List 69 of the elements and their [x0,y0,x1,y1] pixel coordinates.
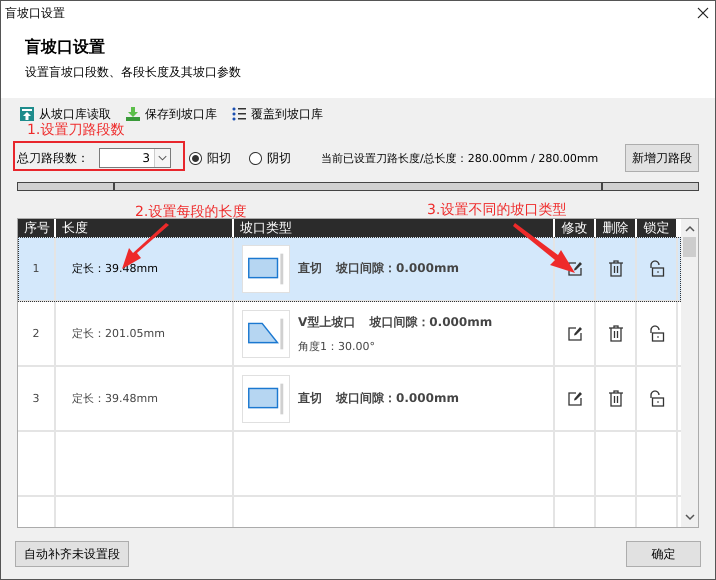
v-bevel-icon [242,310,290,358]
cut-mode-radio[interactable]: 阴切 [249,150,291,166]
table-row[interactable]: 1 定长：39.48mm 直切 坡口间隙：0.000mm [18,237,681,302]
dialog-subtitle: 设置盲坡口段数、各段长度及其坡口参数 [25,64,242,81]
delete-button[interactable] [608,260,624,277]
trash-icon [608,260,624,277]
table-row[interactable]: 2 定长：201.05mm V型上坡口 坡口间隙：0.000mm 角度1：30.00° [18,302,681,367]
annotation-arrow [513,221,577,275]
trash-icon [608,325,624,342]
row-index: 1 [32,262,40,275]
column-header: 长度 [56,219,234,237]
edit-icon [566,326,582,342]
bevel-gap: 坡口间隙：0.000mm [369,314,492,330]
bevel-gap: 坡口间隙：0.000mm [336,260,459,277]
bevel-type: 直切 [298,260,322,277]
straight-bevel-icon [242,244,290,292]
scroll-thumb[interactable] [683,237,696,257]
bevel-angle: 角度1：30.00° [298,338,376,354]
unlock-icon [648,324,666,342]
straight-bevel-icon [242,374,290,422]
unlock-icon [648,260,666,278]
segment-length: 定长：201.05mm [72,326,165,341]
toolbar-button[interactable]: 从坡口库读取 [19,106,111,122]
toolbar-button[interactable]: 覆盖到坡口库 [231,106,323,122]
annotation-text: 2.设置每段的长度 [135,203,246,221]
column-header: 锁定 [637,219,678,237]
table-row[interactable]: 3 定长：39.48mm 直切 坡口间隙：0.000mm [18,367,681,432]
delete-button[interactable] [608,390,624,407]
column-header: 修改 [555,219,596,237]
unlock-icon [648,390,666,408]
bevel-gap: 坡口间隙：0.000mm [336,390,459,407]
list-icon [231,106,247,122]
scroll-down-icon[interactable] [684,513,694,521]
segment-count-label: 总刀路段数： [17,150,89,166]
lock-button[interactable] [648,324,666,342]
column-header: 删除 [596,219,637,237]
segment-count-dropdown[interactable]: 3 [99,148,171,168]
bevel-type: 直切 [298,390,322,407]
upload-icon [19,106,35,122]
lock-button[interactable] [648,390,666,408]
toolbar-button[interactable]: 保存到坡口库 [125,106,217,122]
segment-length: 定长：39.48mm [72,391,158,406]
edit-button[interactable] [566,260,582,276]
annotation-text: 1.设置刀路段数 [27,121,124,139]
annotation-text: 3.设置不同的坡口类型 [427,201,566,219]
close-icon[interactable] [697,7,709,19]
window-title: 盲坡口设置 [5,4,65,22]
row-index: 3 [32,392,40,405]
download-icon [125,106,141,122]
caret-icon [154,149,170,167]
row-index: 2 [32,327,40,340]
cut-mode-radio[interactable]: 阳切 [189,150,231,166]
auto-fill-button[interactable]: 自动补齐未设置段 [15,541,129,567]
column-header: 坡口类型 [234,219,555,237]
edit-button[interactable] [566,326,582,342]
edit-button[interactable] [566,390,582,406]
edit-icon [566,390,582,406]
edit-icon [566,260,582,276]
scroll-up-icon[interactable] [684,225,694,233]
lock-button[interactable] [648,260,666,278]
ok-button[interactable]: 确定 [626,541,701,567]
add-segment-button[interactable]: 新增刀路段 [625,144,699,172]
bevel-type: V型上坡口 [298,314,356,330]
delete-button[interactable] [608,325,624,342]
dialog-heading: 盲坡口设置 [25,37,106,58]
segment-length: 定长：39.48mm [72,261,158,276]
length-summary: 当前已设置刀路长度/总长度：280.00mm / 280.00mm [321,150,598,166]
trash-icon [608,390,624,407]
column-header: 序号 [18,219,56,237]
